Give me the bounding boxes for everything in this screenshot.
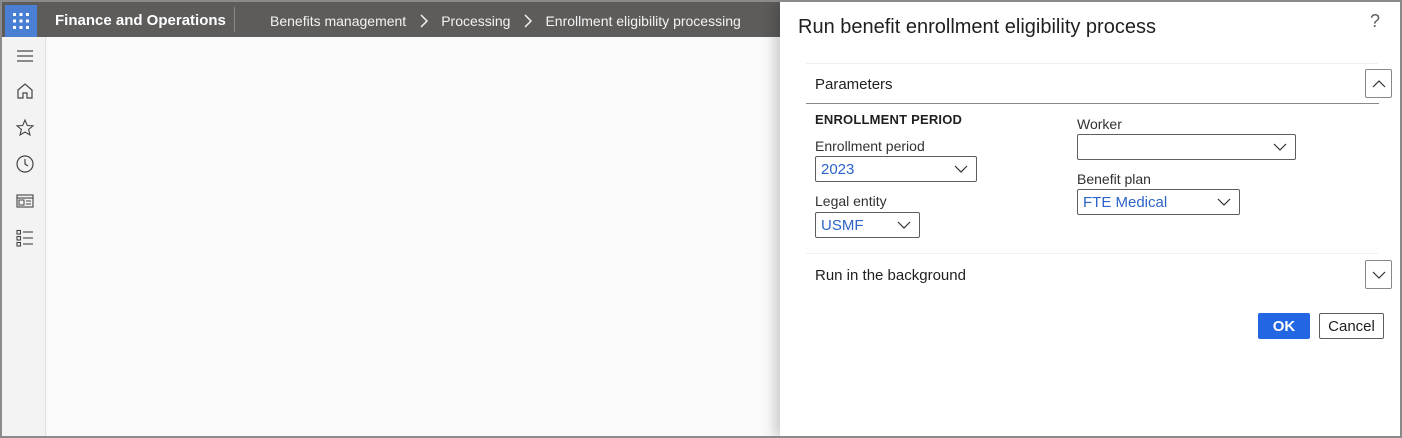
list-icon bbox=[16, 229, 33, 247]
ok-button[interactable]: OK bbox=[1258, 313, 1310, 339]
chevron-down-icon bbox=[1372, 271, 1385, 279]
divider bbox=[806, 103, 1379, 104]
menu-button[interactable] bbox=[14, 45, 36, 67]
worker-combobox[interactable] bbox=[1077, 134, 1296, 160]
left-nav bbox=[2, 37, 46, 436]
workspace-icon bbox=[16, 194, 34, 208]
breadcrumb-item[interactable]: Processing bbox=[441, 13, 510, 29]
legal-entity-label: Legal entity bbox=[815, 193, 887, 209]
enrollment-period-value: 2023 bbox=[821, 161, 855, 178]
cancel-button[interactable]: Cancel bbox=[1319, 313, 1384, 339]
parameters-section-header[interactable]: Parameters bbox=[806, 63, 1392, 103]
clock-icon bbox=[16, 155, 34, 173]
benefit-plan-label: Benefit plan bbox=[1077, 171, 1151, 187]
breadcrumb-item[interactable]: Enrollment eligibility processing bbox=[545, 13, 740, 29]
workspaces-button[interactable] bbox=[14, 190, 36, 212]
chevron-down-icon bbox=[897, 221, 911, 229]
chevron-down-icon bbox=[1273, 143, 1287, 151]
app-window: Finance and Operations Benefits manageme… bbox=[0, 0, 1402, 438]
worker-label: Worker bbox=[1077, 116, 1122, 132]
recent-button[interactable] bbox=[14, 153, 36, 175]
benefit-plan-value: FTE Medical bbox=[1083, 194, 1168, 211]
app-title[interactable]: Finance and Operations bbox=[55, 12, 226, 29]
legal-entity-combobox[interactable]: USMF bbox=[815, 212, 920, 238]
background-section-header[interactable]: Run in the background bbox=[806, 253, 1392, 293]
breadcrumb: Benefits management Processing Enrollmen… bbox=[270, 13, 741, 29]
chevron-right-icon bbox=[524, 14, 533, 28]
background-label: Run in the background bbox=[815, 267, 966, 284]
legal-entity-value: USMF bbox=[821, 217, 864, 234]
breadcrumb-item[interactable]: Benefits management bbox=[270, 13, 406, 29]
home-button[interactable] bbox=[14, 80, 36, 102]
divider bbox=[234, 7, 235, 32]
enrollment-period-label: Enrollment period bbox=[815, 138, 925, 154]
modules-button[interactable] bbox=[14, 227, 36, 249]
chevron-down-icon bbox=[954, 165, 968, 173]
parameters-label: Parameters bbox=[815, 76, 893, 93]
home-icon bbox=[17, 83, 33, 99]
expand-background-button[interactable] bbox=[1365, 260, 1392, 289]
benefit-plan-combobox[interactable]: FTE Medical bbox=[1077, 189, 1240, 215]
dialog-title: Run benefit enrollment eligibility proce… bbox=[798, 16, 1156, 38]
favorites-button[interactable] bbox=[14, 117, 36, 139]
star-icon bbox=[15, 118, 35, 137]
enrollment-period-group-title: ENROLLMENT PERIOD bbox=[815, 112, 963, 127]
collapse-parameters-button[interactable] bbox=[1365, 69, 1392, 98]
workspace-area bbox=[47, 37, 787, 436]
run-process-dialog: Run benefit enrollment eligibility proce… bbox=[780, 2, 1400, 436]
chevron-up-icon bbox=[1372, 79, 1385, 87]
app-launcher-button[interactable] bbox=[5, 5, 37, 37]
help-icon[interactable]: ? bbox=[1370, 11, 1380, 32]
waffle-icon bbox=[13, 13, 29, 29]
enrollment-period-combobox[interactable]: 2023 bbox=[815, 156, 977, 182]
menu-icon bbox=[17, 50, 33, 62]
chevron-down-icon bbox=[1217, 198, 1231, 206]
chevron-right-icon bbox=[420, 14, 429, 28]
